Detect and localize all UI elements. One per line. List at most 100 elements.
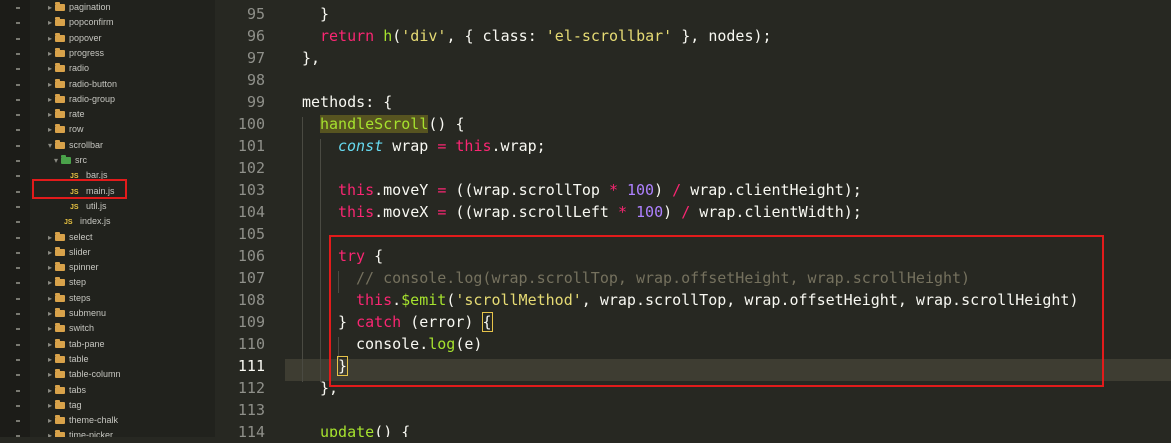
tree-folder[interactable]: ▸ popconfirm	[45, 15, 114, 30]
code-line[interactable]: this.moveY = ((wrap.scrollTop * 100) / w…	[338, 179, 862, 201]
chevron-right-icon[interactable]: ▸	[45, 77, 55, 92]
chevron-right-icon[interactable]: ▸	[45, 321, 55, 336]
chevron-right-icon[interactable]: ▸	[45, 383, 55, 398]
tree-guide-tick	[16, 129, 20, 131]
tree-folder[interactable]: ▸ pagination	[45, 0, 111, 15]
chevron-right-icon[interactable]: ▸	[45, 352, 55, 367]
javascript-file-icon: JS	[70, 204, 79, 211]
line-number: 109	[237, 313, 265, 331]
chevron-right-icon[interactable]: ▸	[45, 398, 55, 413]
folder-icon	[55, 48, 65, 57]
code-line[interactable]: const wrap = this.wrap;	[338, 135, 546, 157]
chevron-right-icon[interactable]: ▸	[45, 291, 55, 306]
chevron-down-icon[interactable]: ▾	[51, 153, 61, 168]
tree-guide-tick	[16, 53, 20, 55]
tree-folder[interactable]: ▸ slider	[45, 245, 91, 260]
chevron-right-icon[interactable]: ▸	[45, 337, 55, 352]
code-line[interactable]: update() {	[320, 421, 410, 437]
sidebar-edge	[0, 0, 30, 437]
tree-folder[interactable]: ▸ step	[45, 275, 86, 290]
tree-file[interactable]: JS index.js	[64, 214, 111, 229]
tree-folder[interactable]: ▸ progress	[45, 46, 104, 61]
chevron-right-icon[interactable]: ▸	[45, 92, 55, 107]
folder-icon	[55, 385, 65, 394]
folder-icon	[55, 109, 65, 118]
tree-folder[interactable]: ▸ spinner	[45, 260, 99, 275]
line-number: 98	[246, 71, 265, 89]
chevron-right-icon[interactable]: ▸	[45, 428, 55, 437]
code-line[interactable]: return h('div', { class: 'el-scrollbar' …	[320, 25, 772, 47]
code-line[interactable]: }	[320, 3, 329, 25]
tree-folder[interactable]: ▾ scrollbar	[45, 138, 103, 153]
chevron-right-icon[interactable]: ▸	[45, 245, 55, 260]
tree-folder[interactable]: ▸ time-picker	[45, 428, 113, 437]
tree-folder[interactable]: ▾ src	[51, 153, 87, 168]
tree-item-label: table	[69, 354, 89, 364]
tree-folder[interactable]: ▸ table	[45, 352, 89, 367]
tree-folder[interactable]: ▸ radio	[45, 61, 89, 76]
chevron-right-icon[interactable]: ▸	[45, 0, 55, 15]
chevron-right-icon[interactable]: ▸	[45, 46, 55, 61]
tree-file[interactable]: JS util.js	[70, 199, 107, 214]
code-token: },	[302, 49, 321, 67]
tree-item-label: progress	[69, 48, 105, 58]
folder-icon	[55, 63, 65, 72]
tree-folder[interactable]: ▸ tab-pane	[45, 337, 105, 352]
tree-folder[interactable]: ▸ theme-chalk	[45, 413, 118, 428]
tree-item-label: tab-pane	[69, 339, 105, 349]
tree-guide-tick	[16, 282, 20, 284]
tree-folder[interactable]: ▸ tag	[45, 398, 82, 413]
line-number: 106	[237, 247, 265, 265]
code-line[interactable]: handleScroll() {	[320, 113, 465, 135]
chevron-right-icon[interactable]: ▸	[45, 367, 55, 382]
code-line[interactable]: methods: {	[302, 91, 392, 113]
code-line[interactable]: this.moveX = ((wrap.scrollLeft * 100) / …	[338, 201, 862, 223]
tree-folder[interactable]: ▸ select	[45, 230, 93, 245]
tree-guide-tick	[16, 7, 20, 9]
tree-item-label: pagination	[69, 2, 111, 12]
code-token: wrap.clientWidth);	[699, 203, 862, 221]
tree-folder[interactable]: ▸ rate	[45, 107, 85, 122]
tree-folder[interactable]: ▸ radio-button	[45, 77, 117, 92]
tree-guide-tick	[16, 221, 20, 223]
line-number: 95	[246, 5, 265, 23]
code-token: =	[437, 137, 456, 155]
folder-icon	[55, 277, 65, 286]
chevron-right-icon[interactable]: ▸	[45, 61, 55, 76]
line-number: 114	[237, 423, 265, 441]
tree-item-label: submenu	[69, 308, 107, 318]
chevron-right-icon[interactable]: ▸	[45, 107, 55, 122]
tree-folder[interactable]: ▸ steps	[45, 291, 91, 306]
tree-folder[interactable]: ▸ popover	[45, 31, 102, 46]
code-token: *	[617, 203, 637, 221]
code-token: =	[437, 181, 456, 199]
tree-folder[interactable]: ▸ submenu	[45, 306, 106, 321]
chevron-right-icon[interactable]: ▸	[45, 122, 55, 137]
folder-icon	[55, 232, 65, 241]
code-line[interactable]: },	[302, 47, 320, 69]
tree-folder[interactable]: ▸ table-column	[45, 367, 121, 382]
code-token: ((wrap.scrollTop	[455, 181, 609, 199]
chevron-right-icon[interactable]: ▸	[45, 31, 55, 46]
line-number: 111	[237, 357, 265, 375]
code-token: 100	[627, 181, 655, 199]
tree-folder[interactable]: ▸ radio-group	[45, 92, 115, 107]
tree-guide-tick	[16, 298, 20, 300]
line-number: 105	[237, 225, 265, 243]
line-number: 113	[237, 401, 265, 419]
chevron-down-icon[interactable]: ▾	[45, 138, 55, 153]
code-token: /	[681, 203, 700, 221]
tree-folder[interactable]: ▸ tabs	[45, 383, 86, 398]
tree-item-label: table-column	[69, 369, 121, 379]
chevron-right-icon[interactable]: ▸	[45, 15, 55, 30]
code-token: wrap.clientHeight);	[690, 181, 862, 199]
tree-folder[interactable]: ▸ switch	[45, 321, 94, 336]
chevron-right-icon[interactable]: ▸	[45, 306, 55, 321]
chevron-right-icon[interactable]: ▸	[45, 413, 55, 428]
line-number: 104	[237, 203, 265, 221]
tree-folder[interactable]: ▸ row	[45, 122, 84, 137]
chevron-right-icon[interactable]: ▸	[45, 260, 55, 275]
chevron-right-icon[interactable]: ▸	[45, 230, 55, 245]
chevron-right-icon[interactable]: ▸	[45, 275, 55, 290]
file-tree-sidebar: ▸ pagination ▸ popconfirm ▸ popover ▸ progress ▸…	[0, 0, 215, 437]
